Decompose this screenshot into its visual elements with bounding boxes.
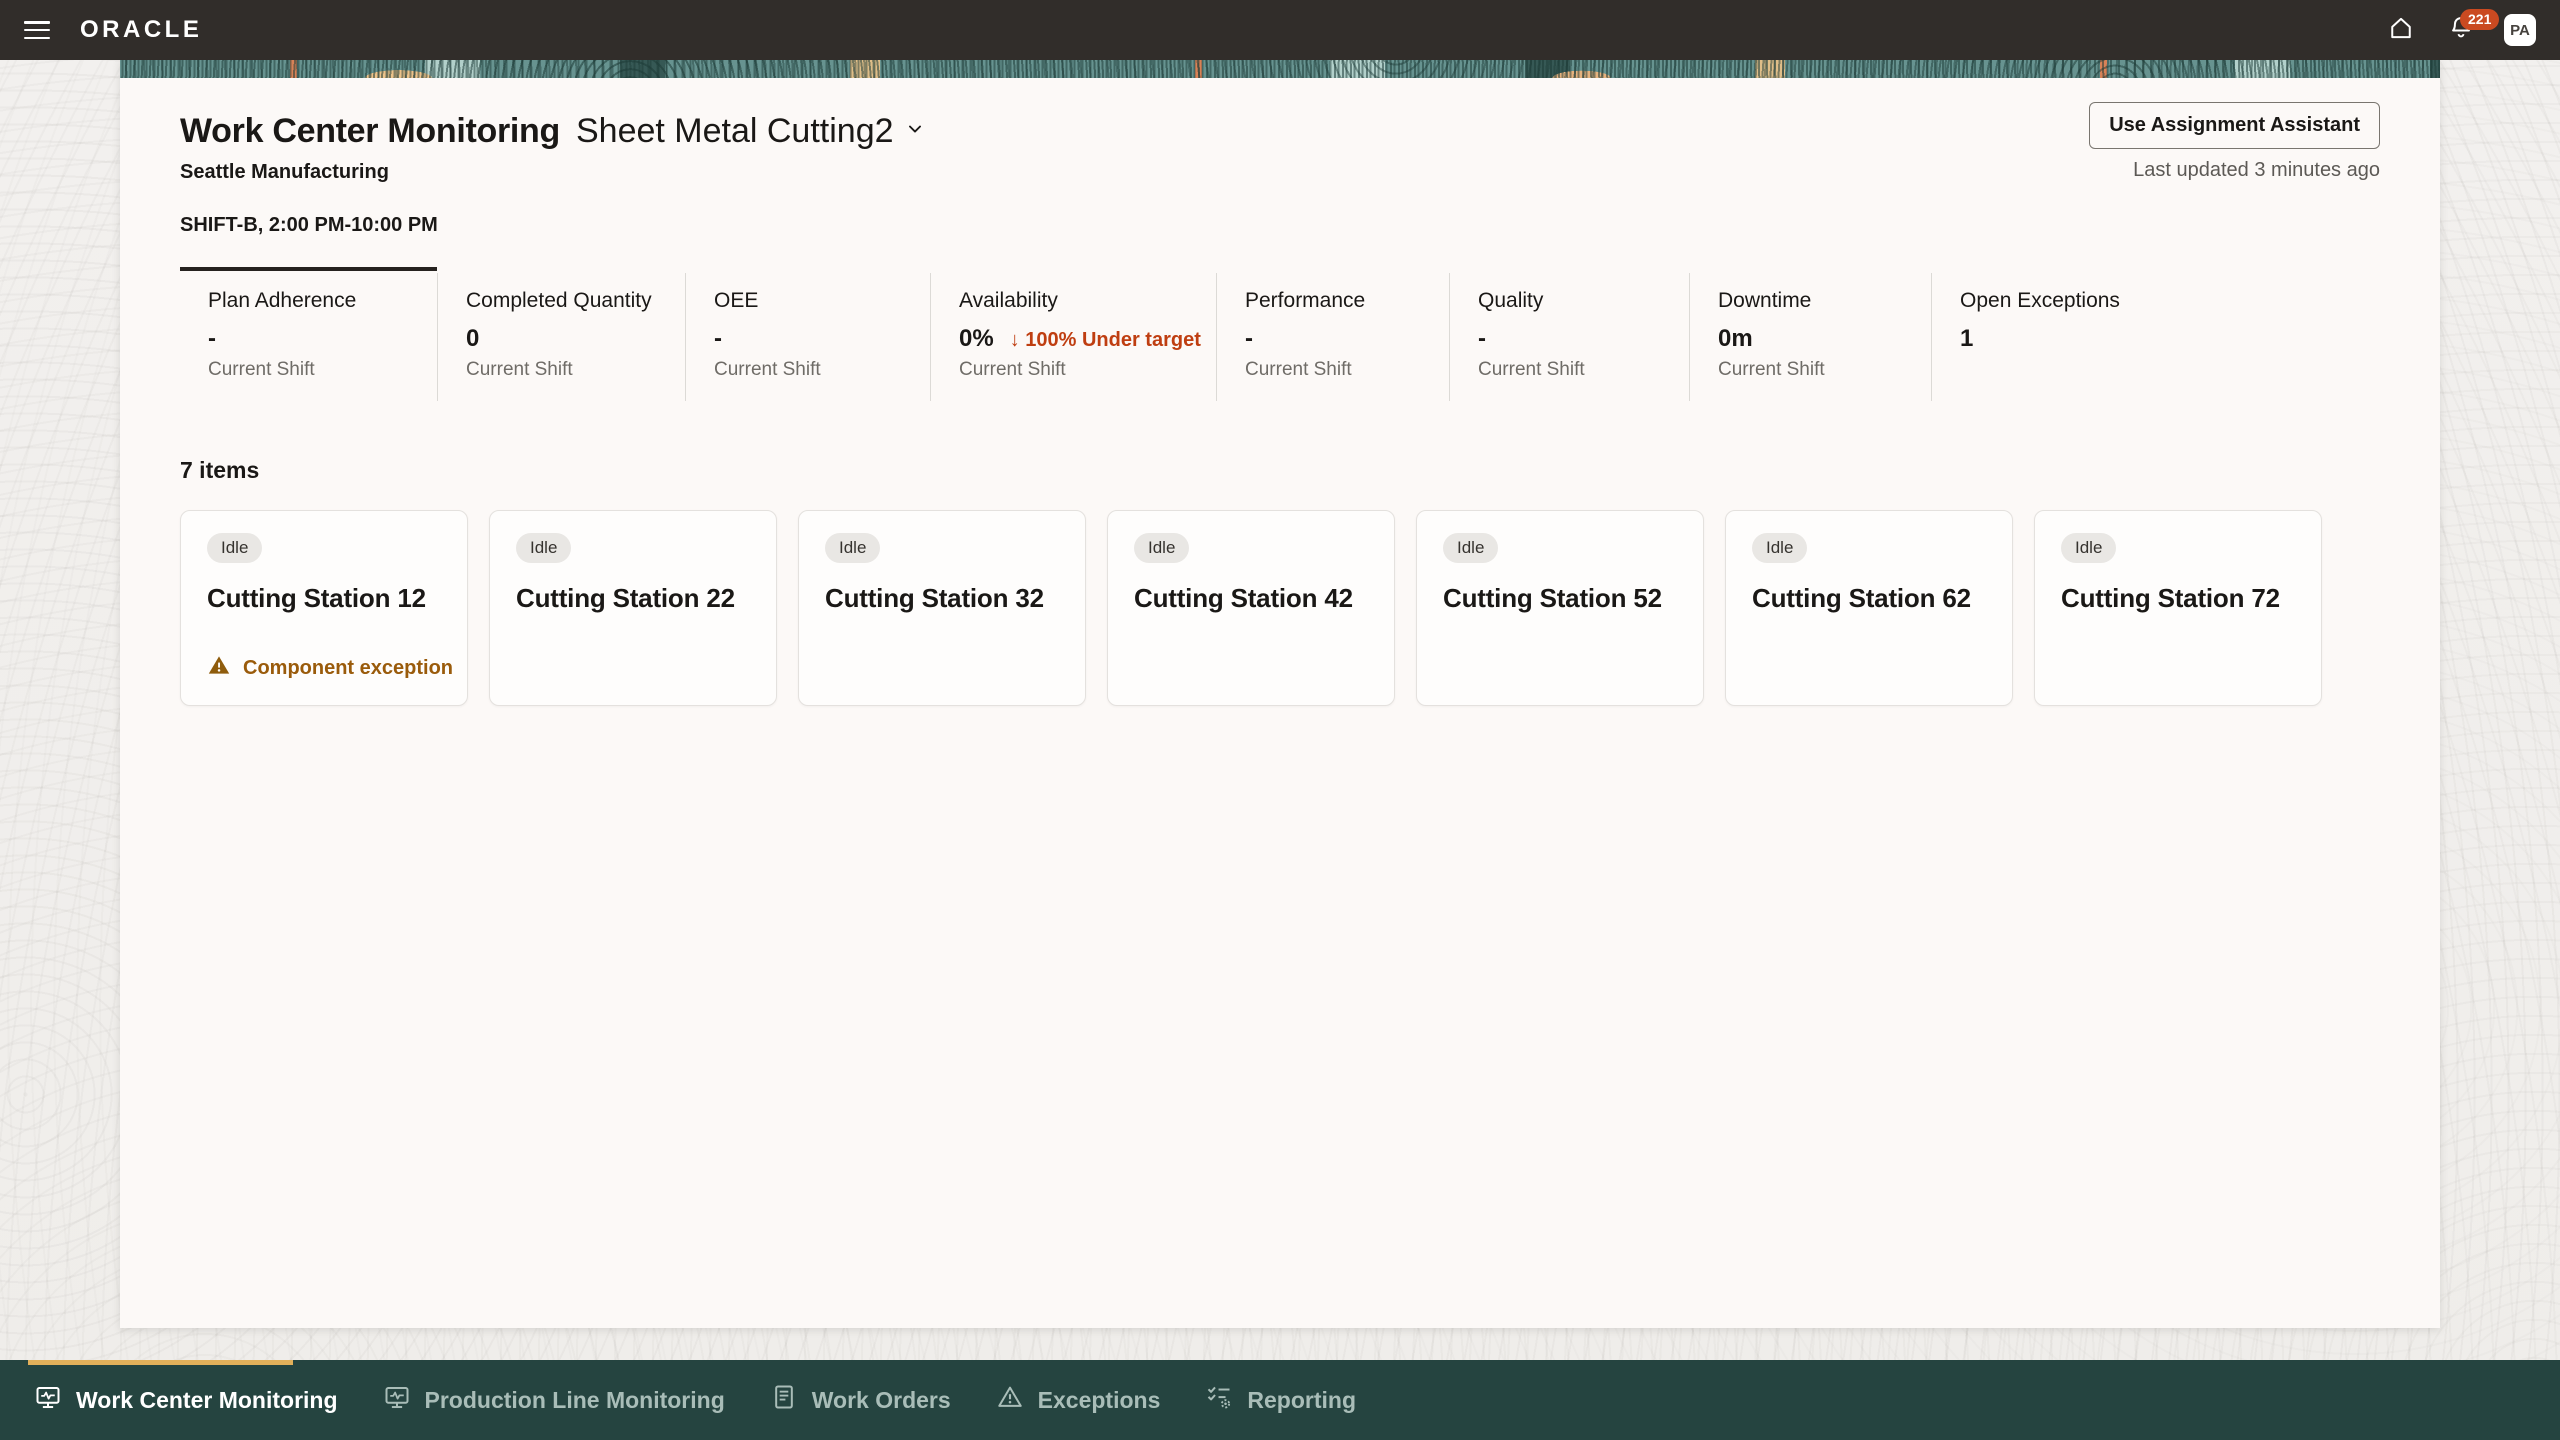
kpi-label: Completed Quantity — [466, 289, 667, 313]
home-icon — [2387, 14, 2415, 47]
kpi-label: OEE — [714, 289, 912, 313]
station-card-cutting-station-12[interactable]: Idle Cutting Station 12 Component except… — [180, 510, 468, 706]
home-button[interactable] — [2384, 13, 2418, 47]
kpi-value: 0% — [959, 325, 994, 353]
kpi-value: - — [208, 325, 216, 353]
station-card-cutting-station-42[interactable]: Idle Cutting Station 42 — [1107, 510, 1395, 706]
kpi-subtext: Current Shift — [714, 359, 912, 381]
station-card-cutting-station-22[interactable]: Idle Cutting Station 22 — [489, 510, 777, 706]
nav-item-production-line-monitoring[interactable]: Production Line Monitoring — [383, 1383, 725, 1417]
bottom-navigation-bar: Work Center Monitoring Production Line M… — [0, 1360, 2560, 1440]
nav-label: Work Center Monitoring — [76, 1387, 338, 1414]
kpi-value: - — [1478, 325, 1486, 353]
kpi-subtext: Current Shift — [208, 359, 419, 381]
station-card-cutting-station-52[interactable]: Idle Cutting Station 52 — [1416, 510, 1704, 706]
menu-hamburger-icon[interactable] — [24, 21, 50, 39]
kpi-quality[interactable]: Quality - Current Shift — [1450, 273, 1690, 401]
station-name: Cutting Station 62 — [1752, 583, 1986, 614]
page-title: Work Center Monitoring — [180, 112, 560, 151]
kpi-value: 0 — [466, 325, 479, 353]
nav-item-work-center-monitoring[interactable]: Work Center Monitoring — [34, 1383, 338, 1417]
station-card-cutting-station-32[interactable]: Idle Cutting Station 32 — [798, 510, 1086, 706]
kpi-downtime[interactable]: Downtime 0m Current Shift — [1690, 273, 1932, 401]
kpi-open-exceptions[interactable]: Open Exceptions 1 — [1932, 273, 2380, 401]
station-name: Cutting Station 72 — [2061, 583, 2295, 614]
kpi-label: Plan Adherence — [208, 289, 419, 313]
status-badge: Idle — [1752, 533, 1807, 563]
status-badge: Idle — [825, 533, 880, 563]
active-tab-indicator — [28, 1360, 293, 1365]
nav-item-reporting[interactable]: Reporting — [1205, 1383, 1356, 1417]
kpi-label: Downtime — [1718, 289, 1913, 313]
kpi-value: - — [714, 325, 722, 353]
status-badge: Idle — [1443, 533, 1498, 563]
exception-label: Component exception — [243, 657, 453, 680]
last-updated-text: Last updated 3 minutes ago — [2133, 159, 2380, 182]
notifications-button[interactable]: 221 — [2444, 13, 2478, 47]
work-center-monitoring-panel: Work Center Monitoring Sheet Metal Cutti… — [120, 60, 2440, 1328]
kpi-plan-adherence[interactable]: Plan Adherence - Current Shift — [180, 273, 438, 401]
chevron-down-icon — [904, 118, 926, 145]
station-card-cutting-station-72[interactable]: Idle Cutting Station 72 — [2034, 510, 2322, 706]
work-orders-document-icon — [770, 1383, 798, 1417]
nav-label: Reporting — [1247, 1387, 1356, 1414]
warning-triangle-icon — [207, 653, 231, 683]
kpi-label: Open Exceptions — [1960, 289, 2362, 313]
nav-label: Work Orders — [812, 1387, 951, 1414]
station-name: Cutting Station 22 — [516, 583, 750, 614]
shift-label: SHIFT-B, 2:00 PM-10:00 PM — [180, 214, 2380, 237]
kpi-band: Plan Adherence - Current Shift Completed… — [180, 273, 2380, 401]
kpi-value: 0m — [1718, 325, 1753, 353]
kpi-subtext: Current Shift — [466, 359, 667, 381]
kpi-completed-quantity[interactable]: Completed Quantity 0 Current Shift — [438, 273, 686, 401]
kpi-subtext: Current Shift — [959, 359, 1198, 381]
monitor-pulse-icon — [383, 1383, 411, 1417]
kpi-subtext: Current Shift — [1718, 359, 1913, 381]
work-center-selector-value: Sheet Metal Cutting2 — [576, 112, 894, 151]
station-name: Cutting Station 52 — [1443, 583, 1677, 614]
nav-item-work-orders[interactable]: Work Orders — [770, 1383, 951, 1417]
decorative-banner-strip — [120, 60, 2440, 78]
kpi-label: Quality — [1478, 289, 1671, 313]
station-name: Cutting Station 32 — [825, 583, 1059, 614]
kpi-availability[interactable]: Availability 0% ↓ 100% Under target Curr… — [931, 273, 1217, 401]
kpi-performance[interactable]: Performance - Current Shift — [1217, 273, 1450, 401]
status-badge: Idle — [1134, 533, 1189, 563]
monitor-pulse-icon — [34, 1383, 62, 1417]
nav-item-exceptions[interactable]: Exceptions — [996, 1383, 1161, 1417]
use-assignment-assistant-button[interactable]: Use Assignment Assistant — [2089, 102, 2380, 149]
checklist-gear-icon — [1205, 1383, 1233, 1417]
oracle-logo: ORACLE — [80, 16, 202, 44]
kpi-value: - — [1245, 325, 1253, 353]
user-avatar[interactable]: PA — [2504, 14, 2536, 46]
nav-label: Exceptions — [1038, 1387, 1161, 1414]
nav-label: Production Line Monitoring — [425, 1387, 725, 1414]
kpi-under-target-delta: ↓ 100% Under target — [1010, 329, 1201, 352]
kpi-subtext: Current Shift — [1478, 359, 1671, 381]
work-center-selector[interactable]: Sheet Metal Cutting2 — [576, 112, 926, 151]
kpi-label: Availability — [959, 289, 1198, 313]
component-exception-link[interactable]: Component exception — [207, 653, 453, 683]
organization-label: Seattle Manufacturing — [180, 161, 2380, 184]
station-name: Cutting Station 12 — [207, 583, 441, 614]
items-count-label: 7 items — [180, 457, 2380, 484]
kpi-subtext: Current Shift — [1245, 359, 1431, 381]
warning-triangle-icon — [996, 1383, 1024, 1417]
station-cards-row: Idle Cutting Station 12 Component except… — [180, 510, 2380, 706]
status-badge: Idle — [516, 533, 571, 563]
station-card-cutting-station-62[interactable]: Idle Cutting Station 62 — [1725, 510, 2013, 706]
kpi-label: Performance — [1245, 289, 1431, 313]
status-badge: Idle — [2061, 533, 2116, 563]
kpi-value: 1 — [1960, 325, 1973, 353]
station-name: Cutting Station 42 — [1134, 583, 1368, 614]
notification-count-badge: 221 — [2460, 9, 2499, 30]
top-app-bar: ORACLE 221 PA — [0, 0, 2560, 60]
kpi-oee[interactable]: OEE - Current Shift — [686, 273, 931, 401]
status-badge: Idle — [207, 533, 262, 563]
